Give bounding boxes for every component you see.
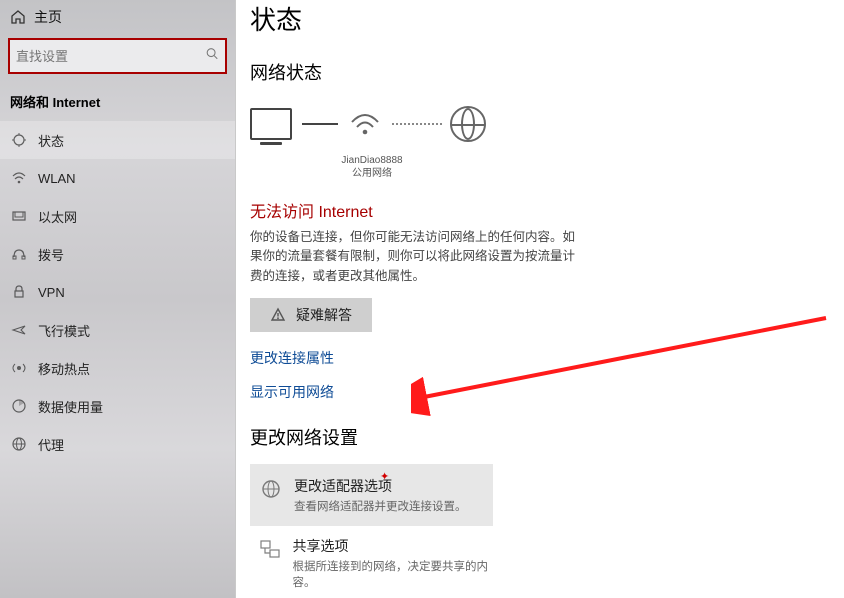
no-internet-title: 无法访问 Internet — [250, 198, 844, 222]
wifi-icon — [10, 169, 28, 187]
troubleshoot-button[interactable]: 疑难解答 — [250, 298, 372, 332]
show-available-networks-link[interactable]: 显示可用网络 — [250, 382, 844, 402]
sidebar-item-label: VPN — [38, 285, 65, 300]
connection-line-dotted — [392, 123, 442, 125]
sidebar-item-label: 代理 — [38, 435, 64, 454]
warning-icon — [270, 307, 286, 323]
search-input[interactable] — [10, 45, 225, 68]
adapter-options-row[interactable]: 更改适配器选项 查看网络适配器并更改连接设置。 ✦ — [250, 464, 493, 526]
proxy-icon — [10, 435, 28, 453]
connection-line-solid — [302, 123, 338, 125]
network-diagram — [250, 99, 844, 149]
vpn-icon — [10, 283, 28, 301]
cursor-mark-icon: ✦ — [380, 470, 389, 483]
troubleshoot-label: 疑难解答 — [296, 305, 352, 325]
search-box[interactable] — [8, 38, 227, 74]
home-icon — [10, 9, 26, 25]
adapter-icon — [258, 476, 284, 500]
wifi-label-block: JianDiao8888 公用网络 — [250, 155, 480, 180]
sidebar-item-proxy[interactable]: 代理 — [0, 425, 235, 463]
sidebar-item-datausage[interactable]: 数据使用量 — [0, 387, 235, 425]
globe-icon — [450, 106, 486, 142]
network-type-text: 公用网络 — [250, 168, 480, 181]
sidebar-item-label: 数据使用量 — [38, 397, 103, 416]
sidebar-item-airplane[interactable]: 飞行模式 — [0, 311, 235, 349]
advanced-options: 更改适配器选项 查看网络适配器并更改连接设置。 ✦ 共享选项 根据所连接到的网络… — [250, 464, 844, 598]
dialup-icon — [10, 245, 28, 263]
sharing-options-row[interactable]: 共享选项 根据所连接到的网络，决定要共享的内容。 — [250, 526, 498, 598]
sidebar-item-hotspot[interactable]: 移动热点 — [0, 349, 235, 387]
no-internet-body: 你的设备已连接，但你可能无法访问网络上的任何内容。如果你的流量套餐有限制，则你可… — [250, 228, 580, 286]
sidebar-item-label: 移动热点 — [38, 359, 90, 378]
hotspot-icon — [10, 359, 28, 377]
home-label: 主页 — [34, 7, 62, 27]
network-status-heading: 网络状态 — [250, 59, 844, 85]
sidebar-item-label: 以太网 — [38, 207, 77, 226]
sidebar-item-vpn[interactable]: VPN — [0, 273, 235, 311]
change-connection-props-link[interactable]: 更改连接属性 — [250, 348, 844, 368]
sidebar-section-title: 网络和 Internet — [0, 88, 235, 121]
sharing-options-desc: 根据所连接到的网络，决定要共享的内容。 — [292, 558, 498, 590]
sidebar-item-label: WLAN — [38, 171, 76, 186]
sidebar-item-label: 状态 — [38, 131, 64, 150]
sharing-options-title: 共享选项 — [292, 536, 498, 556]
adapter-options-desc: 查看网络适配器并更改连接设置。 — [294, 498, 467, 514]
sidebar-item-label: 飞行模式 — [38, 321, 90, 340]
status-icon — [10, 131, 28, 149]
wifi-signal-icon — [348, 110, 382, 138]
pc-icon — [250, 108, 292, 140]
sidebar-nav: 状态 WLAN 以太网 拨号 VPN 飞行模式 — [0, 121, 235, 463]
sidebar-item-status[interactable]: 状态 — [0, 121, 235, 159]
sidebar: 主页 网络和 Internet 状态 WLAN 以太网 — [0, 0, 236, 598]
page-title: 状态 — [250, 0, 844, 37]
home-link[interactable]: 主页 — [0, 0, 235, 34]
sidebar-item-dialup[interactable]: 拨号 — [0, 235, 235, 273]
data-usage-icon — [10, 397, 28, 415]
sharing-icon — [258, 536, 282, 560]
ethernet-icon — [10, 207, 28, 225]
sidebar-item-wlan[interactable]: WLAN — [0, 159, 235, 197]
sidebar-item-label: 拨号 — [38, 245, 64, 264]
main-content: 状态 网络状态 JianDiao8888 公用网络 无法访问 Internet … — [236, 0, 844, 598]
airplane-icon — [10, 321, 28, 339]
change-net-settings-heading: 更改网络设置 — [250, 424, 844, 450]
sidebar-item-ethernet[interactable]: 以太网 — [0, 197, 235, 235]
search-icon — [205, 47, 219, 66]
ssid-text: JianDiao8888 — [250, 155, 480, 168]
